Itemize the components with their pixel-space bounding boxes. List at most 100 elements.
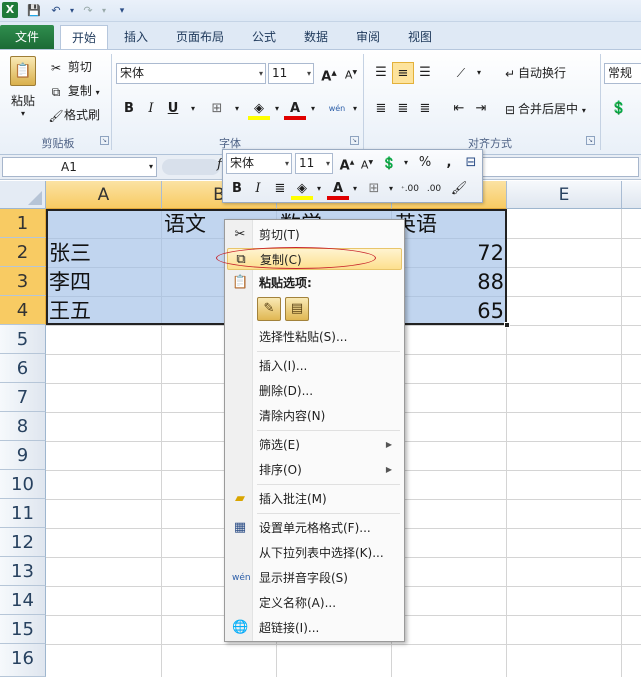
font-name-select[interactable]: 宋体 ▾ — [116, 63, 266, 84]
name-box[interactable]: A1 ▾ — [2, 157, 157, 177]
row-header-2[interactable]: 2 — [0, 238, 46, 267]
font-color-dropdown-icon[interactable]: ▾ — [302, 98, 324, 120]
underline-dropdown-icon[interactable]: ▾ — [182, 98, 204, 120]
border-icon[interactable]: ⊞ — [206, 98, 228, 120]
number-format-select[interactable]: 常规 — [604, 63, 641, 84]
mini-font-select[interactable]: 宋体 ▾ — [226, 153, 292, 174]
undo-dropdown-icon[interactable]: ▾ — [64, 3, 80, 19]
menu-item-cut[interactable]: ✂ 剪切(T) — [227, 224, 402, 246]
align-right-icon[interactable]: ≣ — [414, 98, 436, 120]
menu-item-sort[interactable]: 排序(O) ▶ — [227, 459, 402, 481]
row-header-8[interactable]: 8 — [0, 412, 46, 441]
menu-item-filter[interactable]: 筛选(E) ▶ — [227, 434, 402, 456]
undo-icon[interactable]: ↶ — [48, 3, 64, 19]
cell-a4[interactable]: 王五 — [49, 297, 159, 326]
row-header-12[interactable]: 12 — [0, 528, 46, 557]
formula-bar-grip[interactable] — [162, 159, 220, 175]
menu-item-insert-comment[interactable]: ▰ 插入批注(M) — [227, 488, 402, 510]
menu-item-show-phonetic[interactable]: wén 显示拼音字段(S) — [227, 567, 402, 589]
tab-review[interactable]: 审阅 — [346, 25, 390, 49]
row-header-9[interactable]: 9 — [0, 441, 46, 470]
shrink-font-button[interactable]: A▼ — [340, 62, 362, 84]
align-left-icon[interactable]: ≣ — [370, 98, 392, 120]
select-all-corner[interactable] — [0, 181, 46, 209]
tab-view[interactable]: 视图 — [398, 25, 442, 49]
tab-page-layout[interactable]: 页面布局 — [166, 25, 234, 49]
merge-center-button[interactable]: ⊟ 合并后居中 ▾ — [502, 98, 586, 120]
mini-bold-button[interactable]: B — [226, 178, 248, 200]
menu-item-hyperlink[interactable]: 🌐 超链接(I)... — [227, 617, 402, 639]
row-header-14[interactable]: 14 — [0, 586, 46, 615]
paste-option-paste-icon[interactable]: ▤ — [285, 297, 309, 321]
mini-format-icon[interactable]: ⊟ — [460, 152, 482, 174]
row-header-11[interactable]: 11 — [0, 499, 46, 528]
alignment-launcher-icon[interactable]: ↘ — [586, 136, 595, 145]
mini-size-select[interactable]: 11 ▾ — [295, 153, 333, 174]
cell-d2[interactable]: 72 — [394, 239, 504, 268]
column-header-f[interactable] — [622, 181, 641, 209]
row-header-15[interactable]: 15 — [0, 615, 46, 644]
cell-d4[interactable]: 65 — [394, 297, 504, 326]
copy-button[interactable]: ⧉ 复制 ▾ — [48, 80, 100, 102]
column-header-a[interactable]: A — [46, 181, 162, 209]
menu-item-clear-contents[interactable]: 清除内容(N) — [227, 405, 402, 427]
row-header-6[interactable]: 6 — [0, 354, 46, 383]
align-middle-icon[interactable]: ≡ — [392, 62, 414, 84]
mini-shrink-font-icon[interactable]: A▼ — [356, 152, 378, 174]
redo-dropdown-icon[interactable]: ▾ — [96, 3, 112, 19]
fill-handle[interactable] — [504, 322, 510, 328]
font-size-select[interactable]: 11 ▾ — [268, 63, 314, 84]
decrease-indent-icon[interactable]: ⇤ — [448, 98, 470, 120]
align-top-icon[interactable]: ☰ — [370, 62, 392, 84]
grow-font-button[interactable]: A▲ — [318, 62, 340, 84]
cell-a2[interactable]: 张三 — [49, 239, 159, 268]
cut-button[interactable]: ✂ 剪切 — [48, 56, 92, 78]
mini-grow-font-icon[interactable]: A▲ — [336, 152, 358, 174]
tab-home[interactable]: 开始 — [60, 25, 108, 49]
increase-indent-icon[interactable]: ⇥ — [470, 98, 492, 120]
align-center-icon[interactable]: ≣ — [392, 98, 414, 120]
italic-button[interactable]: I — [140, 98, 162, 120]
menu-item-define-name[interactable]: 定义名称(A)... — [227, 592, 402, 614]
mini-increase-decimal-icon[interactable]: ⁺.00 — [399, 178, 421, 200]
mini-comma-button[interactable]: , — [438, 152, 460, 174]
row-header-5[interactable]: 5 — [0, 325, 46, 354]
bold-button[interactable]: B — [118, 98, 140, 120]
wrap-text-button[interactable]: ↵ 自动换行 — [502, 62, 566, 84]
cell-d1[interactable]: 英语 — [395, 210, 505, 239]
paste-option-keep-format-icon[interactable]: ✎ — [257, 297, 281, 321]
row-header-10[interactable]: 10 — [0, 470, 46, 499]
menu-item-paste-special[interactable]: 选择性粘贴(S)... — [227, 326, 402, 348]
align-bottom-icon[interactable]: ☰ — [414, 62, 436, 84]
underline-button[interactable]: U — [162, 98, 184, 120]
mini-format-painter-icon[interactable]: 🖌 — [448, 178, 470, 200]
customize-qat-icon[interactable]: ▾ — [114, 3, 130, 19]
column-header-e[interactable]: E — [507, 181, 622, 209]
mini-align-center-icon[interactable]: ≣ — [269, 178, 291, 200]
clipboard-launcher-icon[interactable]: ↘ — [100, 136, 109, 145]
tab-insert[interactable]: 插入 — [114, 25, 158, 49]
orientation-dropdown-icon[interactable]: ▾ — [468, 62, 490, 84]
mini-decrease-decimal-icon[interactable]: .00 — [423, 178, 445, 200]
row-header-13[interactable]: 13 — [0, 557, 46, 586]
menu-item-pick-from-list[interactable]: 从下拉列表中选择(K)... — [227, 542, 402, 564]
tab-data[interactable]: 数据 — [294, 25, 338, 49]
save-icon[interactable]: 💾 — [26, 3, 42, 19]
format-painter-button[interactable]: 🖌格式刷 — [48, 104, 100, 126]
mini-italic-button[interactable]: I — [247, 178, 269, 200]
accounting-format-icon[interactable]: 💲 — [608, 98, 630, 120]
row-header-7[interactable]: 7 — [0, 383, 46, 412]
font-launcher-icon[interactable]: ↘ — [350, 136, 359, 145]
tab-formulas[interactable]: 公式 — [242, 25, 286, 49]
border-dropdown-icon[interactable]: ▾ — [226, 98, 248, 120]
row-header-4[interactable]: 4 — [0, 296, 46, 325]
mini-percent-button[interactable]: % — [414, 152, 436, 174]
menu-item-format-cells[interactable]: ▦ 设置单元格格式(F)... — [227, 517, 402, 539]
cell-d3[interactable]: 88 — [394, 268, 504, 297]
menu-item-delete[interactable]: 删除(D)... — [227, 380, 402, 402]
paste-button[interactable]: 📋 粘贴 ▾ — [8, 56, 38, 126]
redo-icon[interactable]: ↷ — [80, 3, 96, 19]
cell-a3[interactable]: 李四 — [49, 268, 159, 297]
row-header-1[interactable]: 1 — [0, 209, 46, 238]
menu-item-insert[interactable]: 插入(I)... — [227, 355, 402, 377]
